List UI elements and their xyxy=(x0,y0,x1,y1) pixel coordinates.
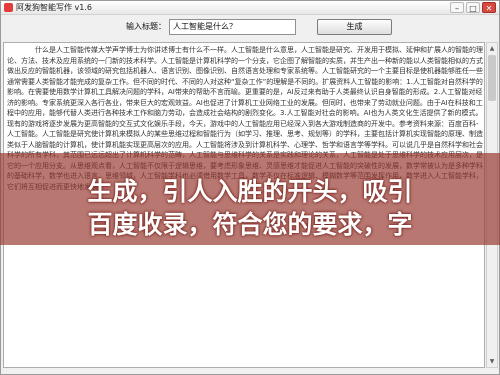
window-title: 阿发狗智能写作 v1.6 xyxy=(16,3,92,12)
minimize-button[interactable]: – xyxy=(450,2,464,13)
promo-overlay-line-1: 生成，引人入胜的开头，吸引 xyxy=(87,177,413,206)
scroll-down-icon[interactable]: ▼ xyxy=(487,356,497,367)
maximize-button[interactable]: □ xyxy=(466,2,480,13)
title-input[interactable]: 人工智能是什么？ xyxy=(169,19,296,35)
input-toolbar: 输入标题： 人工智能是什么？ 生成 xyxy=(1,16,499,40)
title-input-label: 输入标题： xyxy=(126,22,166,31)
scroll-up-icon[interactable]: ▲ xyxy=(487,43,497,54)
title-bar[interactable]: 阿发狗智能写作 v1.6 – □ ✕ xyxy=(1,1,499,15)
promo-overlay-line-2: 百度收录，符合您的要求，字 xyxy=(87,210,413,239)
generate-button[interactable]: 生成 xyxy=(317,19,392,35)
app-logo-icon xyxy=(4,3,13,12)
close-button[interactable]: ✕ xyxy=(482,2,496,13)
scroll-thumb[interactable] xyxy=(488,55,496,101)
window-controls: – □ ✕ xyxy=(450,2,496,14)
